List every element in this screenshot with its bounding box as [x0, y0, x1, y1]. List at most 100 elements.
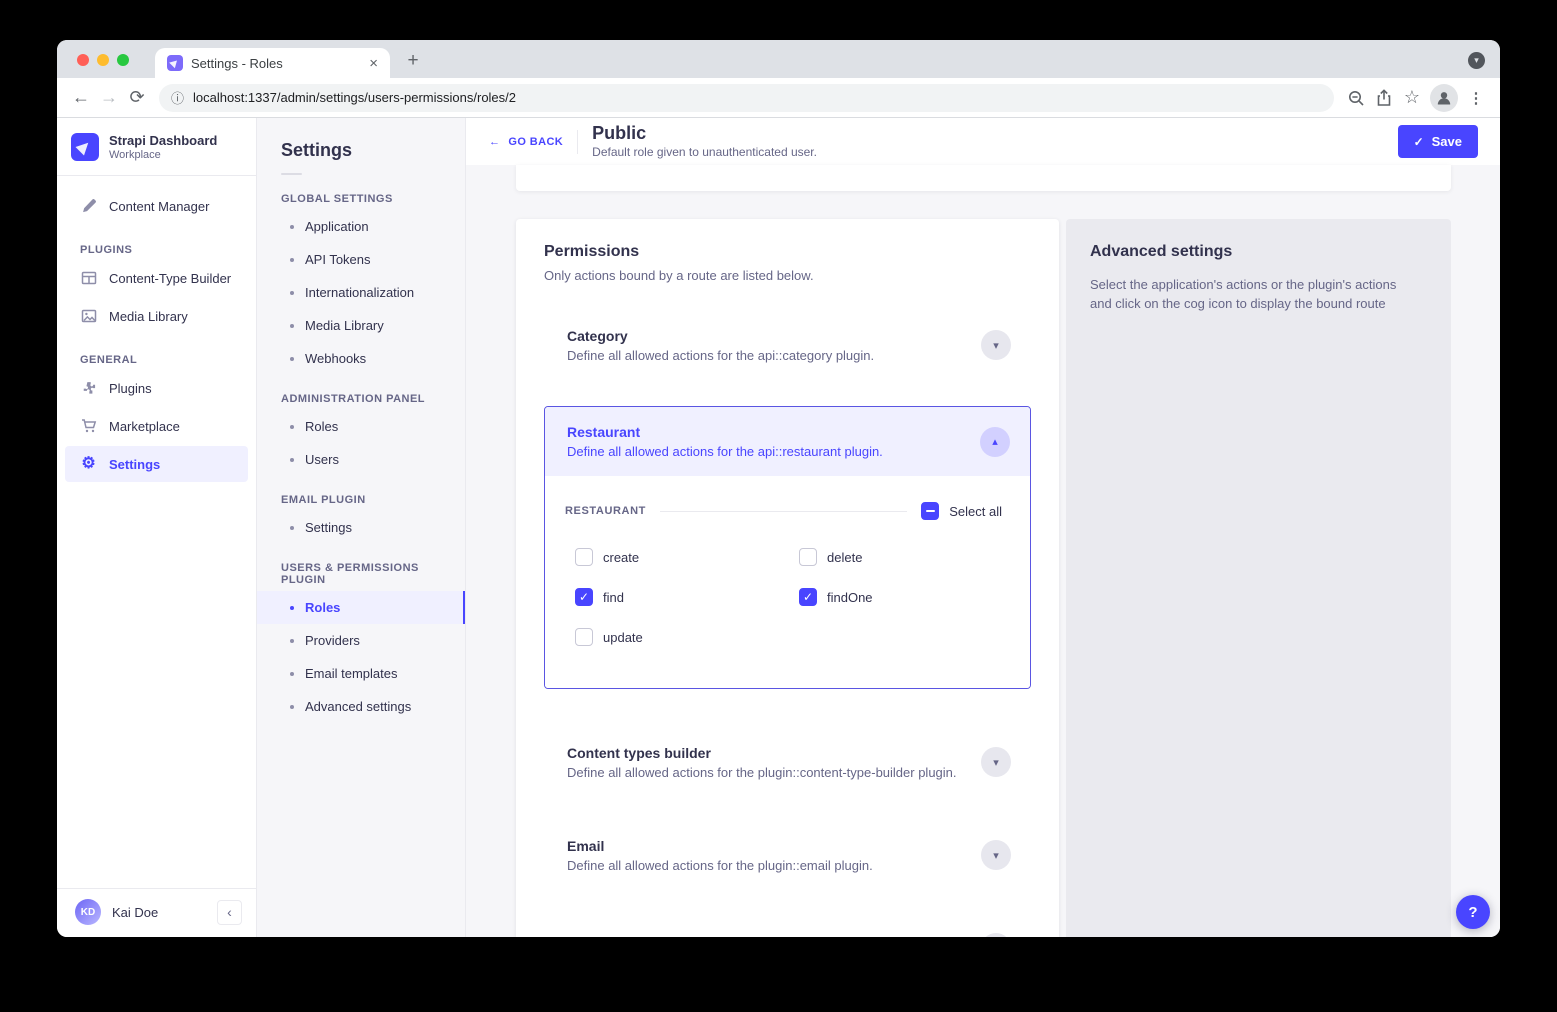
- sidebar-section-general: GENERAL: [80, 354, 233, 366]
- sidebar-item-content-type-builder[interactable]: Content-Type Builder: [65, 260, 248, 296]
- forward-icon[interactable]: →: [95, 84, 123, 112]
- settings-item-label: API Tokens: [305, 252, 371, 267]
- tab-close-icon[interactable]: ×: [369, 56, 378, 71]
- select-all-checkbox[interactable]: [921, 502, 939, 520]
- checkbox-checked[interactable]: ✓: [799, 588, 817, 606]
- accordion-description: Define all allowed actions for the plugi…: [567, 858, 873, 873]
- sidebar-item-content-manager[interactable]: Content Manager: [65, 188, 248, 224]
- sidebar-nav: Content Manager PLUGINS Content-Type Bui…: [57, 176, 256, 888]
- browser-tab[interactable]: Settings - Roles ×: [155, 48, 390, 78]
- back-arrow-icon: ←: [489, 136, 500, 148]
- advanced-settings-panel: Advanced settings Select the application…: [1066, 219, 1451, 937]
- checkbox-checked[interactable]: ✓: [575, 588, 593, 606]
- permission-findone[interactable]: ✓ findOne: [799, 588, 1002, 606]
- settings-item-providers[interactable]: Providers: [257, 624, 465, 657]
- sidebar-item-label: Content Manager: [109, 199, 209, 214]
- layout-icon: [80, 270, 97, 286]
- sidebar-item-label: Media Library: [109, 309, 188, 324]
- settings-item-application[interactable]: Application: [257, 210, 465, 243]
- collapse-button[interactable]: ▴: [980, 427, 1010, 457]
- settings-group-admin-panel: ADMINISTRATION PANEL: [281, 393, 441, 405]
- checkbox-unchecked[interactable]: [575, 548, 593, 566]
- sidebar-item-label: Settings: [109, 457, 160, 472]
- permission-label: update: [603, 630, 643, 645]
- settings-item-internationalization[interactable]: Internationalization: [257, 276, 465, 309]
- accordion-email[interactable]: Email Define all allowed actions for the…: [544, 823, 1031, 887]
- sidebar-item-media-library[interactable]: Media Library: [65, 298, 248, 334]
- tab-search-button[interactable]: ▾: [1468, 52, 1485, 69]
- gear-icon: ⚙: [80, 456, 97, 472]
- bookmark-star-icon[interactable]: ☆: [1398, 84, 1426, 112]
- expand-button[interactable]: ▾: [981, 330, 1011, 360]
- zoom-window-button[interactable]: [117, 54, 129, 66]
- settings-item-label: Media Library: [305, 318, 384, 333]
- expand-button[interactable]: ▾: [981, 747, 1011, 777]
- save-button[interactable]: ✓ Save: [1398, 125, 1478, 158]
- checkbox-unchecked[interactable]: [575, 628, 593, 646]
- site-info-icon[interactable]: ⓘ: [171, 88, 184, 107]
- divider: [660, 511, 907, 512]
- permissions-title: Permissions: [544, 243, 1031, 261]
- go-back-link[interactable]: ← GO BACK: [489, 136, 563, 148]
- accordion-content-types-builder[interactable]: Content types builder Define all allowed…: [544, 730, 1031, 794]
- permission-update[interactable]: update: [575, 628, 799, 646]
- permission-label: delete: [827, 550, 862, 565]
- save-label: Save: [1432, 134, 1462, 149]
- sidebar-item-marketplace[interactable]: Marketplace: [65, 408, 248, 444]
- permission-delete[interactable]: delete: [799, 548, 1002, 566]
- back-icon[interactable]: ←: [67, 84, 95, 112]
- workspace-switcher[interactable]: Strapi Dashboard Workplace: [57, 118, 256, 176]
- settings-item-advanced-settings[interactable]: Advanced settings: [257, 690, 465, 723]
- permission-group-label: RESTAURANT: [565, 505, 646, 517]
- bullet-icon: [290, 258, 294, 262]
- browser-toolbar: ← → ⟳ ⓘ localhost:1337/admin/settings/us…: [57, 78, 1500, 118]
- settings-item-api-tokens[interactable]: API Tokens: [257, 243, 465, 276]
- expand-button[interactable]: ▾: [981, 933, 1011, 937]
- user-name: Kai Doe: [112, 905, 158, 920]
- help-button[interactable]: ?: [1456, 895, 1490, 929]
- accordion-restaurant-header[interactable]: Restaurant Define all allowed actions fo…: [545, 407, 1030, 476]
- accordion-restaurant-body: RESTAURANT Select all: [545, 476, 1030, 688]
- collapse-sidebar-button[interactable]: ‹: [217, 900, 242, 925]
- bullet-icon: [290, 606, 294, 610]
- zoom-out-icon[interactable]: [1342, 84, 1370, 112]
- browser-menu-icon[interactable]: ⋮: [1462, 84, 1490, 112]
- main-sidebar: Strapi Dashboard Workplace Content Manag…: [57, 118, 257, 937]
- user-avatar[interactable]: KD: [75, 899, 101, 925]
- main-content: ← GO BACK Public Default role given to u…: [466, 118, 1500, 937]
- browser-window: Settings - Roles × + ▾ ← → ⟳ ⓘ localhost…: [57, 40, 1500, 937]
- permission-find[interactable]: ✓ find: [575, 588, 799, 606]
- browser-profile-avatar[interactable]: [1430, 84, 1458, 112]
- settings-item-media-library[interactable]: Media Library: [257, 309, 465, 342]
- reload-icon[interactable]: ⟳: [123, 84, 151, 112]
- accordion-category[interactable]: Category Define all allowed actions for …: [544, 313, 1031, 377]
- settings-item-label: Advanced settings: [305, 699, 411, 714]
- settings-item-admin-roles[interactable]: Roles: [257, 410, 465, 443]
- sidebar-item-settings[interactable]: ⚙ Settings: [65, 446, 248, 482]
- bullet-icon: [290, 705, 294, 709]
- settings-item-up-roles[interactable]: Roles: [257, 591, 465, 624]
- settings-item-email-templates[interactable]: Email templates: [257, 657, 465, 690]
- sidebar-item-plugins[interactable]: Plugins: [65, 370, 248, 406]
- share-icon[interactable]: [1370, 84, 1398, 112]
- accordion-i18n[interactable]: i18n ▾: [544, 916, 1031, 937]
- close-window-button[interactable]: [77, 54, 89, 66]
- puzzle-icon: [80, 380, 97, 396]
- bullet-icon: [290, 291, 294, 295]
- accordion-description: Define all allowed actions for the api::…: [567, 444, 883, 459]
- checkbox-unchecked[interactable]: [799, 548, 817, 566]
- settings-item-admin-users[interactable]: Users: [257, 443, 465, 476]
- select-all-label: Select all: [949, 504, 1002, 519]
- settings-item-label: Providers: [305, 633, 360, 648]
- page-subtitle: Default role given to unauthenticated us…: [592, 145, 817, 159]
- url-bar[interactable]: ⓘ localhost:1337/admin/settings/users-pe…: [159, 84, 1334, 112]
- settings-item-webhooks[interactable]: Webhooks: [257, 342, 465, 375]
- minimize-window-button[interactable]: [97, 54, 109, 66]
- permission-create[interactable]: create: [575, 548, 799, 566]
- sidebar-item-label: Plugins: [109, 381, 152, 396]
- new-tab-button[interactable]: +: [400, 48, 426, 74]
- bullet-icon: [290, 458, 294, 462]
- select-all-control[interactable]: Select all: [921, 502, 1002, 520]
- settings-item-email-settings[interactable]: Settings: [257, 511, 465, 544]
- expand-button[interactable]: ▾: [981, 840, 1011, 870]
